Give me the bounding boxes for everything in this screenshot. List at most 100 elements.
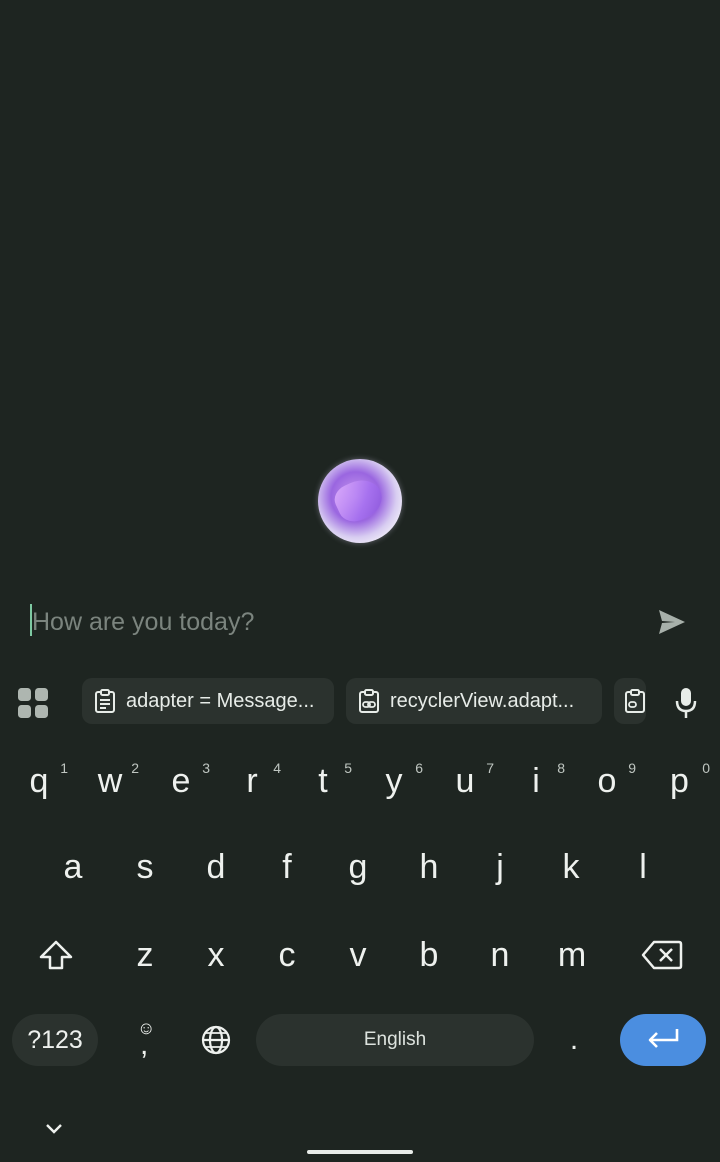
voice-input-button[interactable] [670,686,702,720]
key-w[interactable]: w 2 [75,746,145,816]
backspace-key[interactable] [626,920,698,990]
key-label: l [639,847,647,886]
key-label: a [63,847,83,886]
key-b[interactable]: b [394,920,464,990]
key-hint: 6 [415,760,423,776]
key-h[interactable]: h [394,832,464,902]
key-t[interactable]: t 5 [288,746,358,816]
key-p[interactable]: p 0 [643,746,716,816]
key-label: , [140,1028,149,1061]
language-key[interactable] [186,1014,246,1066]
key-label: j [496,847,504,886]
key-hint: 8 [557,760,565,776]
key-label: b [419,935,439,974]
key-z[interactable]: z [110,920,180,990]
key-y[interactable]: y 6 [359,746,429,816]
enter-icon [648,1029,679,1048]
key-label: g [348,847,368,886]
key-x[interactable]: x [181,920,251,990]
shift-icon [39,940,73,970]
apps-grid-icon [18,688,48,718]
key-label: h [419,847,439,886]
key-label: p [670,761,689,800]
assistant-orb-icon [318,459,402,543]
clipboard-chip-1[interactable]: adapter = Message... [82,678,334,724]
key-hint: 3 [202,760,210,776]
chevron-down-icon [46,1124,62,1134]
key-hint: 4 [273,760,281,776]
key-o[interactable]: o 9 [572,746,642,816]
key-label: d [206,847,226,886]
key-label: u [455,761,475,800]
message-input-row [0,596,720,652]
key-label: f [282,847,292,886]
clipboard-link-icon [359,689,379,713]
key-f[interactable]: f [252,832,322,902]
key-label: n [490,935,510,974]
key-m[interactable]: m [536,920,608,990]
key-hint: 0 [702,760,710,776]
message-input[interactable] [32,602,592,642]
key-label: i [532,761,540,800]
key-label: t [318,761,328,800]
backspace-icon [641,940,683,970]
key-a[interactable]: a [38,832,108,902]
key-hint: 7 [486,760,494,776]
clipboard-chip-label: adapter = Message... [126,689,315,712]
comma-emoji-key[interactable]: ☺ , [118,1010,174,1070]
period-key[interactable]: . [546,1010,602,1070]
apps-grid-button[interactable] [16,686,50,720]
key-u[interactable]: u 7 [430,746,500,816]
key-s[interactable]: s [110,832,180,902]
key-label: y [385,761,403,800]
key-label: m [557,935,587,974]
keyboard: q 1 w 2 e 3 r 4 t 5 y 6 u 7 i 8 o 9 p 0 … [0,734,720,1162]
key-label: x [207,935,225,974]
symbols-key[interactable]: ?123 [12,1014,98,1066]
key-label: ?123 [27,1025,83,1054]
key-label: s [136,847,154,886]
space-key[interactable]: English [256,1014,534,1066]
key-k[interactable]: k [536,832,606,902]
key-label: w [97,761,123,800]
navigation-handle[interactable] [307,1150,413,1154]
key-label: z [136,935,154,974]
key-hint: 2 [131,760,139,776]
key-label: r [246,761,258,800]
key-label: c [278,935,296,974]
hide-keyboard-button[interactable] [34,1114,74,1144]
key-hint: 1 [60,760,68,776]
clipboard-text-icon [95,689,115,713]
microphone-icon [675,688,697,718]
key-hint: 5 [344,760,352,776]
send-icon [659,610,685,634]
clipboard-link-icon [625,689,645,713]
key-q[interactable]: q 1 [4,746,74,816]
keyboard-toolbar: adapter = Message... recyclerView.adapt.… [0,672,720,734]
key-label: k [562,847,580,886]
key-j[interactable]: j [465,832,535,902]
key-label: . [569,1023,579,1056]
globe-icon [201,1025,231,1055]
key-label: o [597,761,617,800]
key-e[interactable]: e 3 [146,746,216,816]
key-label: v [349,935,367,974]
key-g[interactable]: g [323,832,393,902]
key-label: q [29,761,49,800]
send-button[interactable] [652,602,692,642]
key-v[interactable]: v [323,920,393,990]
key-c[interactable]: c [252,920,322,990]
clipboard-chip-2[interactable]: recyclerView.adapt... [346,678,602,724]
key-r[interactable]: r 4 [217,746,287,816]
key-label: e [171,761,191,800]
clipboard-chip-3[interactable] [614,678,646,724]
enter-key[interactable] [620,1014,706,1066]
clipboard-chip-label: recyclerView.adapt... [390,689,575,712]
key-hint: 9 [628,760,636,776]
shift-key[interactable] [20,920,92,990]
key-n[interactable]: n [465,920,535,990]
key-d[interactable]: d [181,832,251,902]
key-i[interactable]: i 8 [501,746,571,816]
chat-area [0,0,720,662]
key-l[interactable]: l [608,832,678,902]
